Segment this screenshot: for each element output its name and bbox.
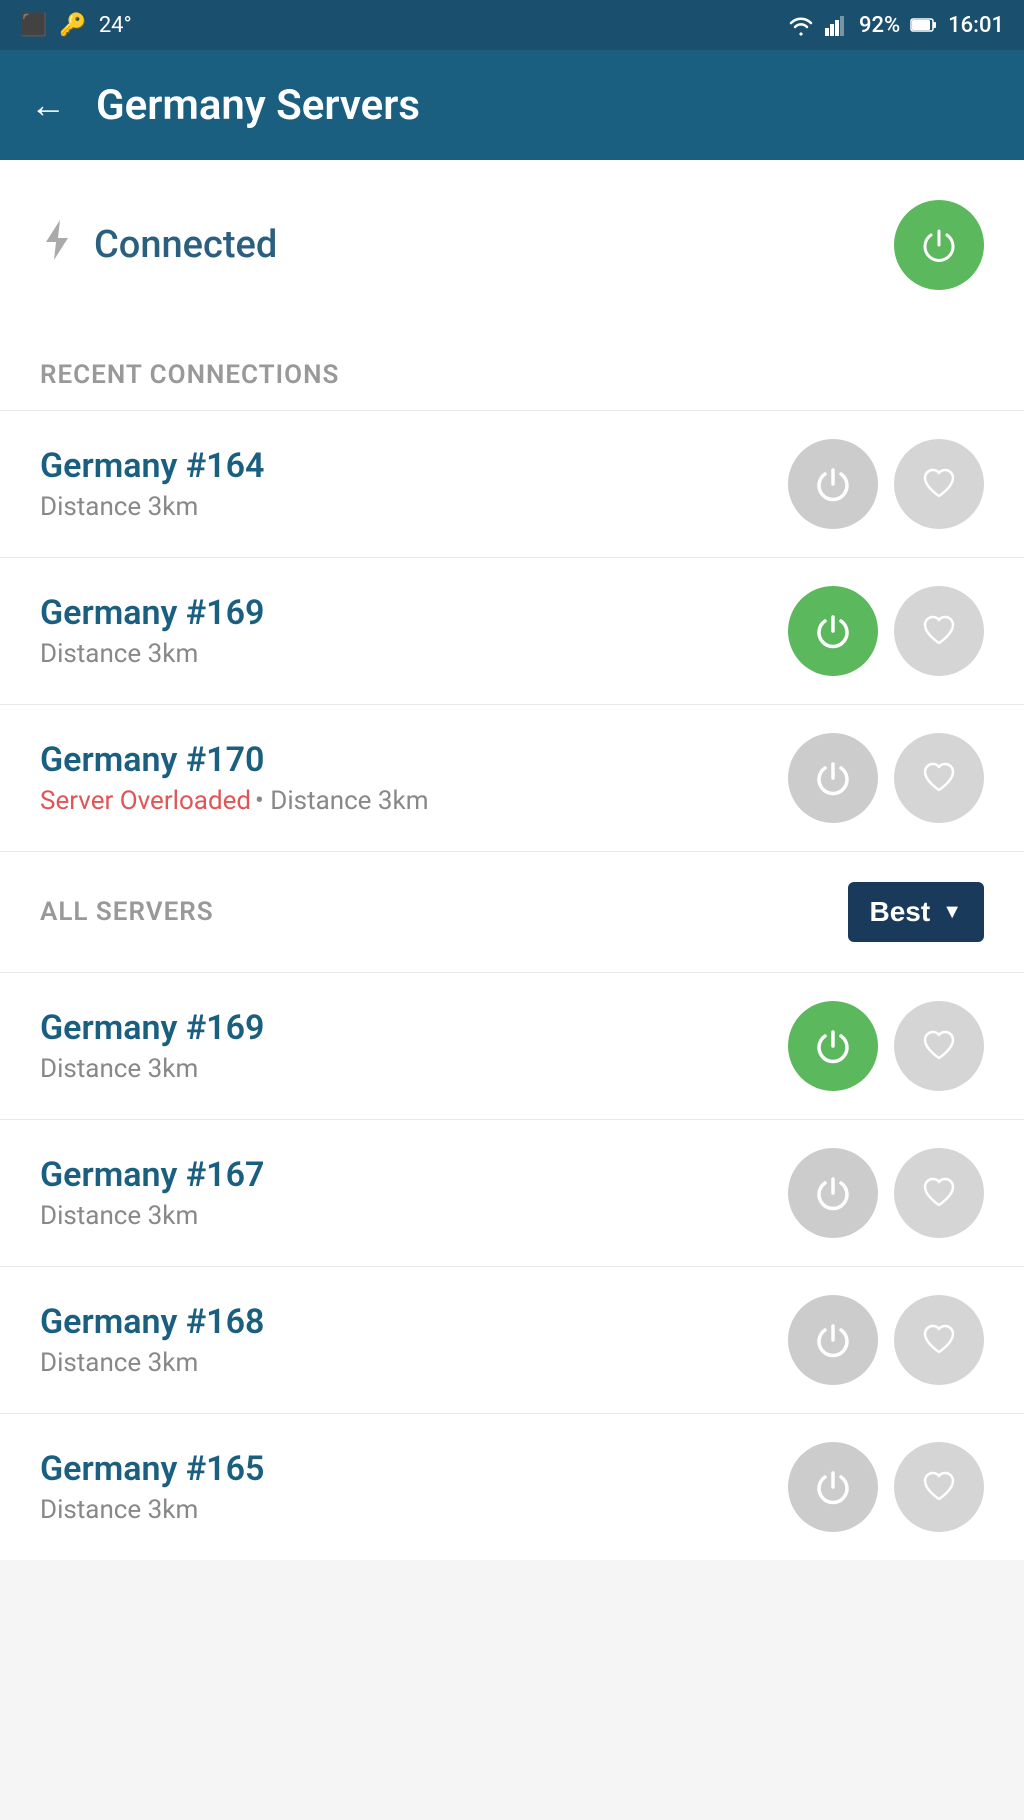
lightning-icon bbox=[40, 218, 74, 272]
power-button[interactable] bbox=[788, 439, 878, 529]
server-name: Germany #164 bbox=[40, 446, 788, 486]
server-item: Germany #170 Server Overloaded • Distanc… bbox=[0, 704, 1024, 851]
status-bar: ⬛ 🔑 24° 92% 16:01 bbox=[0, 0, 1024, 50]
all-servers-row: ALL SERVERS Best ▼ bbox=[0, 851, 1024, 972]
server-actions bbox=[788, 1442, 984, 1532]
connected-row: Connected bbox=[0, 160, 1024, 330]
server-meta: Server Overloaded • Distance 3km bbox=[40, 786, 788, 816]
server-distance: Distance 3km bbox=[40, 1054, 198, 1084]
server-distance: Distance 3km bbox=[40, 492, 198, 522]
server-meta: Distance 3km bbox=[40, 492, 788, 522]
power-button[interactable] bbox=[788, 586, 878, 676]
server-item: Germany #169 Distance 3km bbox=[0, 972, 1024, 1119]
server-name: Germany #169 bbox=[40, 1008, 788, 1048]
power-button[interactable] bbox=[788, 1001, 878, 1091]
server-info: Germany #167 Distance 3km bbox=[40, 1155, 788, 1231]
server-distance: Distance 3km bbox=[40, 639, 198, 669]
favorite-button[interactable] bbox=[894, 1001, 984, 1091]
key-icon: 🔑 bbox=[59, 13, 86, 38]
server-name: Germany #168 bbox=[40, 1302, 788, 1342]
server-actions bbox=[788, 733, 984, 823]
server-meta: Distance 3km bbox=[40, 1348, 788, 1378]
recent-connections-label: RECENT CONNECTIONS bbox=[0, 330, 1024, 410]
server-actions bbox=[788, 1295, 984, 1385]
favorite-button[interactable] bbox=[894, 586, 984, 676]
favorite-button[interactable] bbox=[894, 1148, 984, 1238]
favorite-button[interactable] bbox=[894, 1295, 984, 1385]
server-item: Germany #168 Distance 3km bbox=[0, 1266, 1024, 1413]
server-name: Germany #167 bbox=[40, 1155, 788, 1195]
server-name: Germany #170 bbox=[40, 740, 788, 780]
sort-label: Best bbox=[870, 896, 931, 928]
server-info: Germany #168 Distance 3km bbox=[40, 1302, 788, 1378]
server-meta: Distance 3km bbox=[40, 1495, 788, 1525]
server-meta: Distance 3km bbox=[40, 1201, 788, 1231]
server-item: Germany #167 Distance 3km bbox=[0, 1119, 1024, 1266]
temperature: 24° bbox=[99, 13, 132, 38]
back-button[interactable]: ← bbox=[30, 84, 66, 126]
recent-connections-list: Germany #164 Distance 3km Germany #169 D… bbox=[0, 410, 1024, 851]
time: 16:01 bbox=[948, 13, 1004, 38]
content: Connected RECENT CONNECTIONS Germany #16… bbox=[0, 160, 1024, 1560]
server-info: Germany #169 Distance 3km bbox=[40, 1008, 788, 1084]
status-bar-right: 92% 16:01 bbox=[787, 13, 1004, 38]
server-name: Germany #165 bbox=[40, 1449, 788, 1489]
connected-left: Connected bbox=[40, 218, 277, 272]
all-servers-list: Germany #169 Distance 3km Germany #167 D… bbox=[0, 972, 1024, 1560]
server-distance: Distance 3km bbox=[40, 1348, 198, 1378]
chevron-down-icon: ▼ bbox=[942, 901, 962, 924]
server-actions bbox=[788, 586, 984, 676]
power-button[interactable] bbox=[788, 733, 878, 823]
server-actions bbox=[788, 1001, 984, 1091]
server-info: Germany #169 Distance 3km bbox=[40, 593, 788, 669]
favorite-button[interactable] bbox=[894, 439, 984, 529]
server-distance: Distance 3km bbox=[270, 786, 428, 816]
server-actions bbox=[788, 1148, 984, 1238]
server-info: Germany #170 Server Overloaded • Distanc… bbox=[40, 740, 788, 816]
server-item: Germany #165 Distance 3km bbox=[0, 1413, 1024, 1560]
server-item: Germany #169 Distance 3km bbox=[0, 557, 1024, 704]
server-distance: Distance 3km bbox=[40, 1495, 198, 1525]
battery-text: 92% bbox=[859, 13, 900, 38]
page-title: Germany Servers bbox=[96, 81, 420, 130]
all-servers-label: ALL SERVERS bbox=[40, 897, 214, 927]
header: ← Germany Servers bbox=[0, 50, 1024, 160]
power-button[interactable] bbox=[788, 1295, 878, 1385]
battery-icon bbox=[910, 16, 938, 34]
screen-icon: ⬛ bbox=[20, 13, 47, 38]
status-bar-left: ⬛ 🔑 24° bbox=[20, 13, 132, 38]
server-info: Germany #165 Distance 3km bbox=[40, 1449, 788, 1525]
server-meta: Distance 3km bbox=[40, 1054, 788, 1084]
server-meta: Distance 3km bbox=[40, 639, 788, 669]
sort-dropdown[interactable]: Best ▼ bbox=[848, 882, 985, 942]
server-distance: Distance 3km bbox=[40, 1201, 198, 1231]
main-power-button[interactable] bbox=[894, 200, 984, 290]
signal-icon bbox=[825, 14, 849, 36]
favorite-button[interactable] bbox=[894, 733, 984, 823]
server-item: Germany #164 Distance 3km bbox=[0, 410, 1024, 557]
overloaded-text: Server Overloaded bbox=[40, 786, 251, 816]
connection-status: Connected bbox=[94, 223, 277, 267]
favorite-button[interactable] bbox=[894, 1442, 984, 1532]
power-button[interactable] bbox=[788, 1442, 878, 1532]
server-info: Germany #164 Distance 3km bbox=[40, 446, 788, 522]
power-button[interactable] bbox=[788, 1148, 878, 1238]
server-actions bbox=[788, 439, 984, 529]
server-name: Germany #169 bbox=[40, 593, 788, 633]
wifi-icon bbox=[787, 14, 815, 36]
